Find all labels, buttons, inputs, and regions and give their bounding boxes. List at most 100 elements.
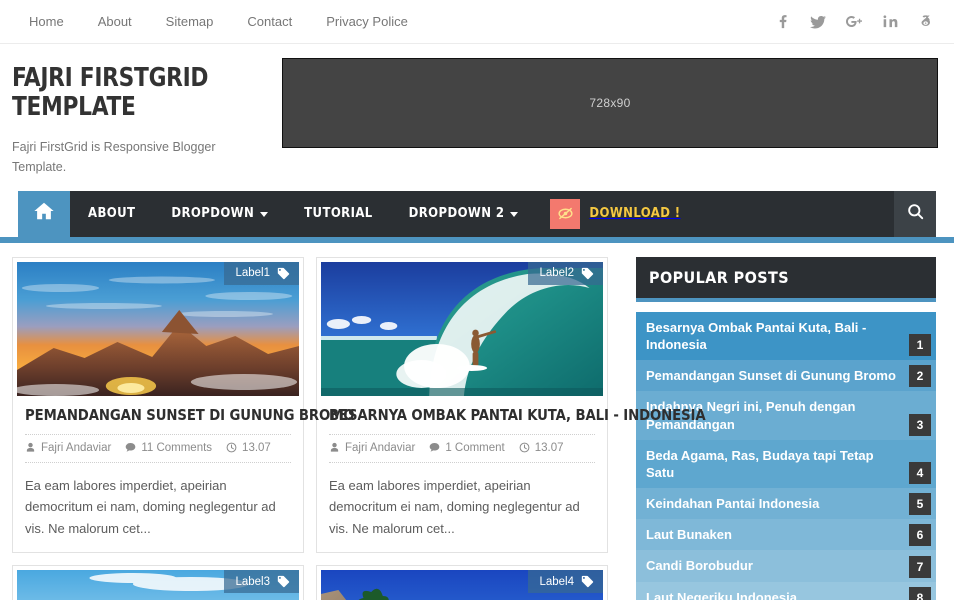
post-author-name: Fajri Andaviar (345, 441, 416, 454)
tag-icon (581, 575, 594, 588)
popular-posts-list: Besarnya Ombak Pantai Kuta, Bali - Indon… (636, 311, 936, 600)
post-card[interactable]: Label1 Pemandangan Sunset di Gunung Brom… (12, 256, 355, 554)
nav-label-about: About (88, 206, 136, 222)
post-label-text: Label3 (235, 575, 270, 588)
header-ad-banner[interactable]: 728x90 (282, 58, 938, 148)
popular-post-rank: 8 (909, 586, 931, 600)
post-label-badge[interactable]: Label1 (224, 261, 299, 285)
post-thumbnail[interactable]: Label4 (321, 570, 603, 600)
post-thumbnail[interactable]: Label1 (17, 261, 299, 396)
brand-block: Fajri FirstGrid Template Fajri FirstGrid… (12, 58, 262, 177)
facebook-icon[interactable] (774, 14, 790, 30)
popular-post-title: Laut Bunaken (646, 527, 732, 543)
main-navigation-wrapper: About Dropdown Tutorial Dropdown 2 Downl… (0, 190, 954, 243)
post-label-badge[interactable]: Label3 (224, 570, 299, 594)
popular-post-item-4[interactable]: Beda Agama, Ras, Budaya tapi Tetap Satu … (636, 439, 936, 489)
user-icon (25, 442, 36, 453)
post-time: 13.07 (226, 442, 271, 454)
post-comments: 1 Comment (429, 442, 505, 454)
post-label-badge[interactable]: Label4 (528, 570, 603, 594)
nav-item-dropdown[interactable]: Dropdown (153, 191, 286, 237)
popular-post-rank: 3 (909, 413, 931, 436)
site-header: Fajri FirstGrid Template Fajri FirstGrid… (0, 44, 954, 191)
post-time-value: 13.07 (534, 441, 564, 454)
popular-post-item-8[interactable]: Laut Negeriku Indonesia 8 (636, 581, 936, 600)
post-label-badge[interactable]: Label2 (528, 261, 603, 285)
post-thumbnail[interactable]: Label3 (17, 570, 299, 600)
popular-posts-widget-title: Popular Posts (636, 256, 936, 302)
nav-item-home[interactable] (18, 190, 70, 237)
site-title[interactable]: Fajri FirstGrid Template (12, 64, 245, 121)
nav-item-download[interactable]: Download ! (536, 191, 680, 237)
post-label-text: Label4 (539, 575, 574, 588)
ad-placeholder-label: 728x90 (589, 96, 631, 110)
popular-post-rank: 6 (909, 524, 931, 547)
nav-underline-bar (0, 236, 954, 243)
post-time: 13.07 (519, 442, 564, 454)
nav-item-tutorial[interactable]: Tutorial (286, 191, 390, 237)
post-time-value: 13.07 (242, 441, 271, 454)
post-body: Pemandangan Sunset di Gunung Bromo Fajri… (17, 396, 355, 552)
post-card[interactable]: Label3 (12, 565, 304, 600)
nav-search-button[interactable] (894, 190, 936, 237)
linkedin-icon[interactable] (882, 14, 898, 30)
nav-item-dropdown-2[interactable]: Dropdown 2 (391, 191, 537, 237)
home-icon (33, 200, 55, 227)
popular-post-item-1[interactable]: Besarnya Ombak Pantai Kuta, Bali - Indon… (636, 311, 936, 361)
nav-label-dropdown: Dropdown (171, 206, 255, 222)
popular-post-item-5[interactable]: Keindahan Pantai Indonesia 5 (636, 488, 936, 520)
topnav-link-sitemap[interactable]: Sitemap (149, 12, 231, 32)
popular-post-item-7[interactable]: Candi Borobudur 7 (636, 550, 936, 582)
topnav-link-about[interactable]: About (81, 12, 149, 32)
post-meta: Fajri Andaviar 11 Comments 13.07 (25, 433, 291, 463)
nav-label-dropdown-2: Dropdown 2 (408, 206, 505, 222)
page-content: Label1 Pemandangan Sunset di Gunung Brom… (0, 243, 954, 600)
post-author: Fajri Andaviar (25, 442, 111, 454)
post-title[interactable]: Besarnya Ombak Pantai Kuta, Bali - Indon… (329, 406, 706, 425)
popular-post-rank: 1 (909, 334, 931, 357)
twitter-icon[interactable] (810, 14, 826, 30)
popular-post-title: Keindahan Pantai Indonesia (646, 496, 820, 512)
post-grid: Label1 Pemandangan Sunset di Gunung Brom… (12, 256, 706, 600)
popular-post-title: Beda Agama, Ras, Budaya tapi Tetap Satu (646, 447, 874, 480)
top-navigation: Home About Sitemap Contact Privacy Polic… (12, 12, 425, 32)
chevron-down-icon (510, 212, 519, 218)
comment-icon (125, 442, 136, 453)
popular-post-title: Besarnya Ombak Pantai Kuta, Bali - Indon… (646, 319, 867, 353)
popular-post-title: Pemandangan Sunset di Gunung Bromo (646, 368, 896, 384)
post-label-text: Label1 (235, 267, 270, 280)
popular-post-rank: 2 (909, 365, 931, 388)
post-body: Besarnya Ombak Pantai Kuta, Bali - Indon… (321, 396, 706, 552)
top-bar: Home About Sitemap Contact Privacy Polic… (0, 0, 954, 44)
post-author: Fajri Andaviar (329, 442, 415, 454)
topnav-link-privacy-police[interactable]: Privacy Police (309, 12, 425, 32)
popular-post-title: Laut Negeriku Indonesia (646, 589, 797, 600)
nav-label-download: Download ! (589, 206, 681, 222)
post-card[interactable]: Label2 Besarnya Ombak Pantai Kuta, Bali … (316, 256, 706, 554)
post-author-name: Fajri Andaviar (41, 441, 112, 454)
clock-icon (519, 442, 530, 453)
search-icon (906, 202, 925, 226)
youtube-icon[interactable] (918, 14, 934, 30)
popular-post-rank: 7 (909, 555, 931, 578)
nav-item-about[interactable]: About (70, 191, 153, 237)
topnav-link-home[interactable]: Home (12, 12, 81, 32)
post-comments: 11 Comments (125, 442, 212, 454)
popular-post-item-2[interactable]: Pemandangan Sunset di Gunung Bromo 2 (636, 360, 936, 392)
social-links (774, 14, 938, 30)
popular-post-title: Candi Borobudur (646, 558, 753, 574)
nav-items: About Dropdown Tutorial Dropdown 2 Downl… (70, 191, 894, 237)
tag-icon (581, 267, 594, 280)
topnav-link-contact[interactable]: Contact (230, 12, 309, 32)
tag-icon (277, 267, 290, 280)
popular-post-rank: 4 (909, 462, 931, 485)
eye-slash-icon (550, 198, 581, 229)
sidebar: Popular Posts Besarnya Ombak Pantai Kuta… (636, 256, 936, 600)
popular-post-item-6[interactable]: Laut Bunaken 6 (636, 519, 936, 551)
popular-post-rank: 5 (909, 493, 931, 516)
post-excerpt: Ea eam labores imperdiet, apeirian democ… (25, 477, 276, 537)
post-card[interactable]: Label4 (316, 565, 608, 600)
google-plus-icon[interactable] (846, 14, 862, 30)
post-thumbnail[interactable]: Label2 (321, 261, 603, 396)
post-title[interactable]: Pemandangan Sunset di Gunung Bromo (25, 406, 355, 425)
